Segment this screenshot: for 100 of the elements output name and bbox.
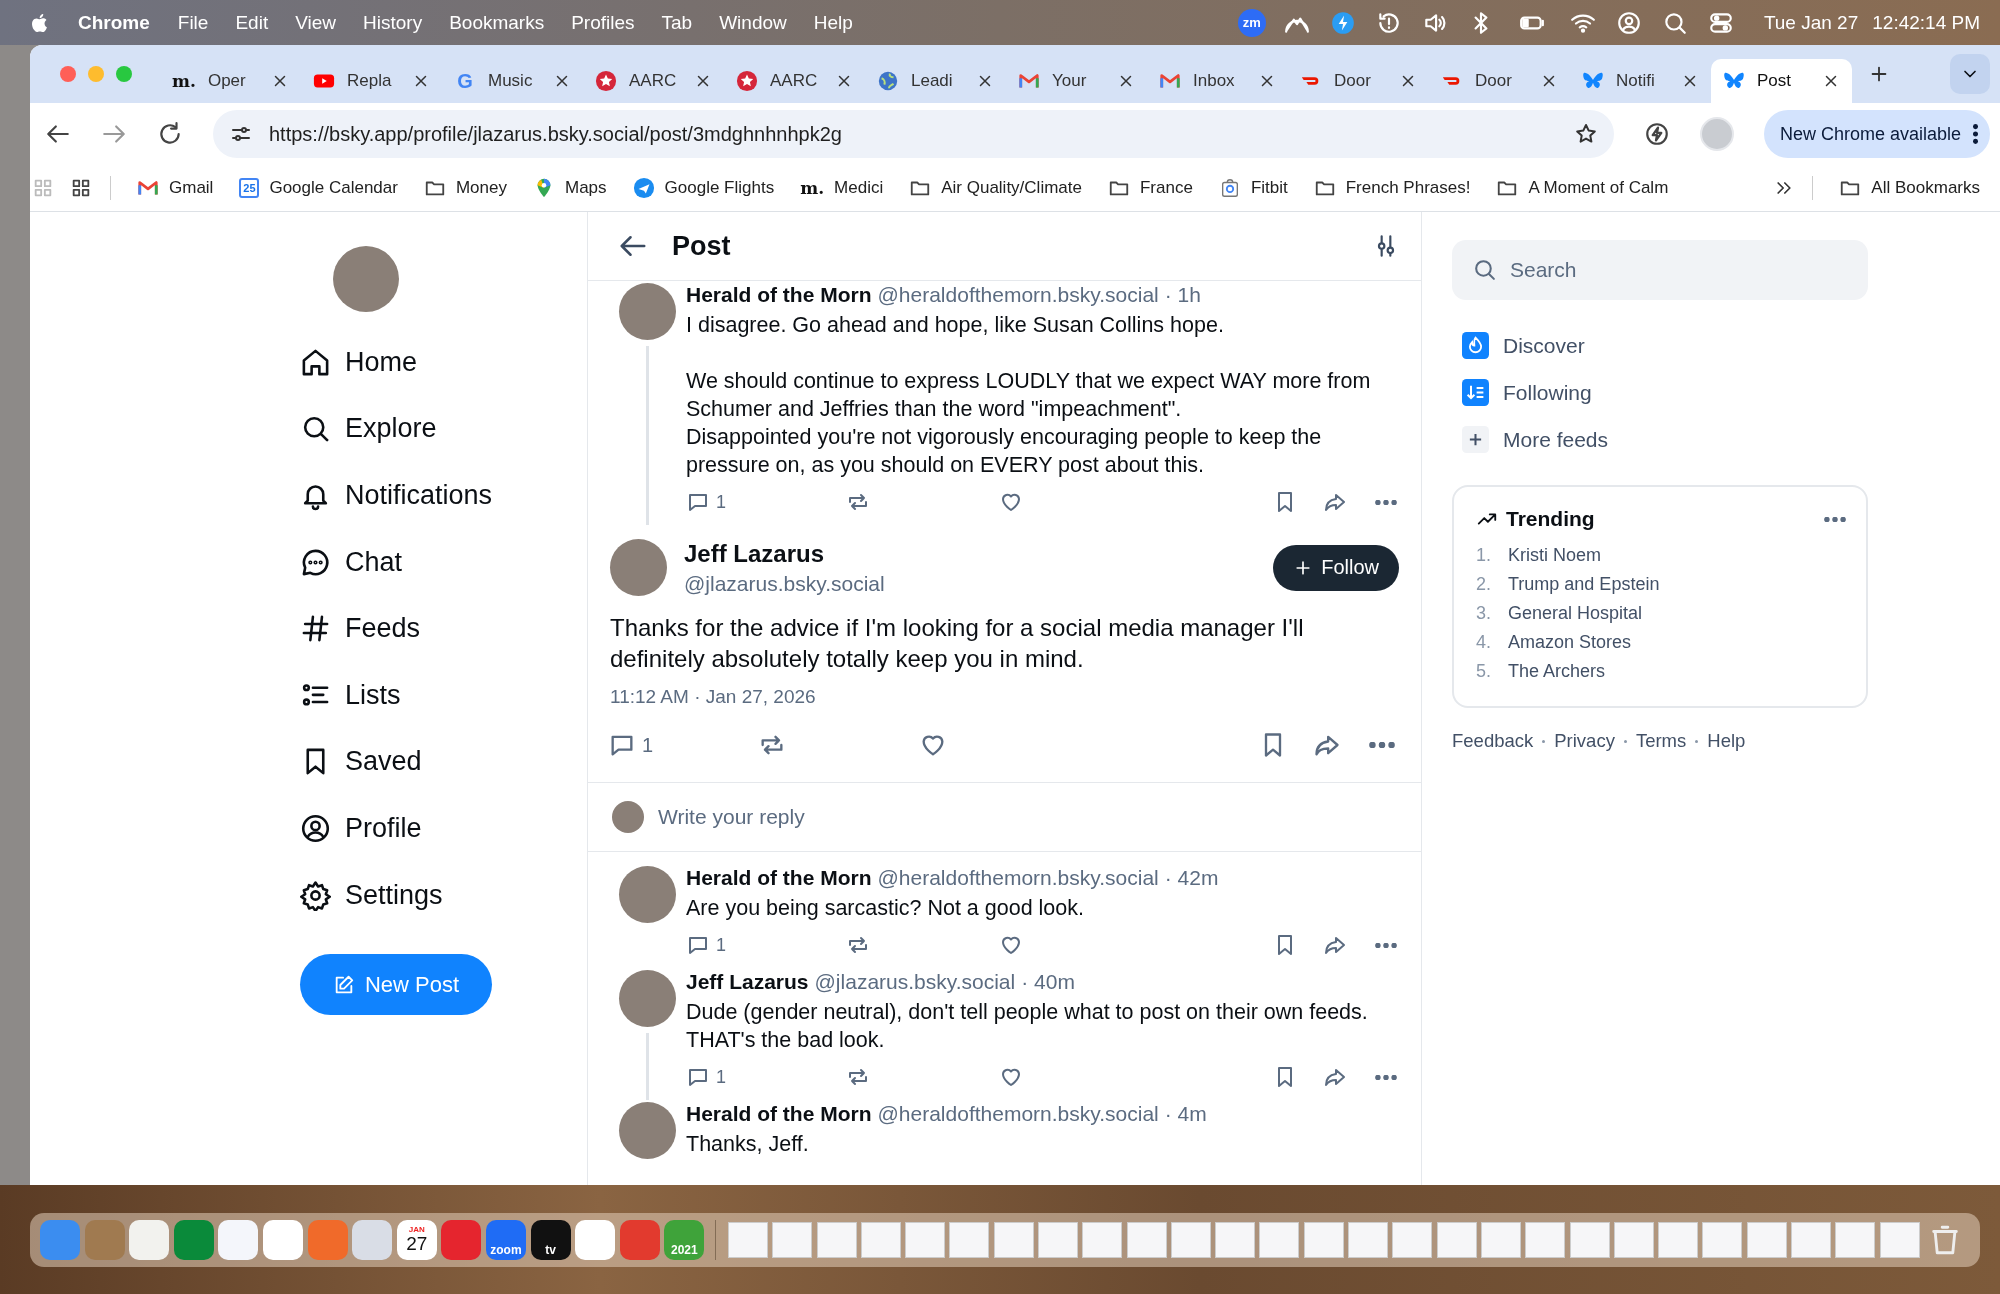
footer-link[interactable]: Privacy bbox=[1554, 730, 1615, 752]
author-name[interactable]: Herald of the Morn bbox=[686, 866, 872, 890]
document-thumbnail[interactable] bbox=[1082, 1221, 1123, 1258]
browser-tab[interactable]: m. Oper bbox=[160, 59, 301, 103]
app-icon[interactable]: zm bbox=[1237, 8, 1266, 37]
bookmark-star-icon[interactable] bbox=[1573, 122, 1598, 146]
document-thumbnail[interactable] bbox=[1791, 1221, 1832, 1258]
bookmark-item[interactable]: A Moment of Calm bbox=[1496, 177, 1669, 199]
user-icon[interactable] bbox=[1615, 9, 1642, 36]
new-post-button[interactable]: New Post bbox=[300, 954, 492, 1016]
document-thumbnail[interactable] bbox=[1126, 1221, 1167, 1258]
bolt-icon[interactable] bbox=[1643, 121, 1670, 147]
document-thumbnail[interactable] bbox=[1835, 1221, 1876, 1258]
bookmark-item[interactable]: Fitbit bbox=[1218, 177, 1288, 199]
more-icon[interactable] bbox=[1375, 942, 1397, 948]
author-handle[interactable]: @heraldofthemorn.bsky.social bbox=[877, 866, 1159, 890]
feed-link[interactable]: More feeds bbox=[1452, 416, 2000, 463]
document-thumbnail[interactable] bbox=[772, 1221, 813, 1258]
browser-tab[interactable]: Door bbox=[1429, 59, 1570, 103]
follow-button[interactable]: Follow bbox=[1273, 544, 1399, 591]
app-icon[interactable]: zoom bbox=[485, 1219, 526, 1260]
document-thumbnail[interactable] bbox=[905, 1221, 946, 1258]
feed-link[interactable]: Following bbox=[1452, 369, 2000, 416]
app-icon[interactable] bbox=[575, 1219, 616, 1260]
menu-item[interactable]: File bbox=[177, 11, 209, 34]
nav-item[interactable]: Feeds bbox=[300, 595, 587, 662]
reply-button[interactable]: 1 bbox=[686, 490, 846, 514]
menu-item[interactable]: Window bbox=[719, 11, 787, 34]
nav-item[interactable]: Chat bbox=[300, 528, 587, 596]
app-icon[interactable] bbox=[262, 1219, 303, 1260]
footer-link[interactable]: Feedback bbox=[1452, 730, 1534, 752]
post-time[interactable]: · 40m bbox=[1021, 970, 1075, 994]
document-thumbnail[interactable] bbox=[727, 1221, 768, 1258]
browser-tab[interactable]: AARC bbox=[583, 59, 724, 103]
search-field[interactable]: Search bbox=[1452, 240, 1868, 300]
trending-topic[interactable]: 3. General Hospital bbox=[1476, 599, 1846, 628]
calendar-app-icon[interactable]: JAN 27 bbox=[396, 1219, 437, 1260]
nav-item[interactable]: Profile bbox=[300, 795, 587, 862]
browser-tab[interactable]: G Music bbox=[442, 59, 583, 103]
more-icon[interactable] bbox=[1375, 1074, 1397, 1080]
update-button[interactable]: New Chrome available bbox=[1763, 110, 1990, 158]
reload-icon[interactable] bbox=[157, 121, 183, 147]
reply-button[interactable]: 1 bbox=[686, 1065, 846, 1089]
bookmark-item[interactable]: French Phrases! bbox=[1313, 177, 1471, 199]
post-time[interactable]: · 4m bbox=[1164, 1102, 1207, 1126]
author-name[interactable]: Jeff Lazarus bbox=[686, 970, 809, 994]
bookmark-item[interactable]: Maps bbox=[532, 177, 607, 199]
nav-item[interactable]: Lists bbox=[300, 661, 587, 729]
app-icon[interactable] bbox=[129, 1219, 170, 1260]
menu-item[interactable]: History bbox=[363, 11, 423, 34]
browser-tab[interactable]: Repla bbox=[301, 59, 442, 103]
app-icon[interactable]: tv bbox=[530, 1219, 571, 1260]
browser-tab[interactable]: Notifi bbox=[1570, 59, 1711, 103]
menu-item[interactable]: Help bbox=[813, 11, 853, 34]
browser-tab[interactable]: Leadi bbox=[865, 59, 1006, 103]
bolt-icon[interactable] bbox=[1329, 9, 1356, 36]
nav-item[interactable]: Saved bbox=[300, 728, 587, 796]
menu-item[interactable]: Profiles bbox=[571, 11, 635, 34]
menu-item[interactable]: Edit bbox=[235, 11, 269, 34]
menu-item[interactable]: Tab bbox=[661, 11, 693, 34]
document-thumbnail[interactable] bbox=[1480, 1221, 1521, 1258]
browser-tab[interactable]: Your bbox=[1006, 59, 1147, 103]
author-handle[interactable]: @heraldofthemorn.bsky.social bbox=[877, 1102, 1159, 1126]
document-thumbnail[interactable] bbox=[860, 1221, 901, 1258]
author-handle[interactable]: @jlazarus.bsky.social bbox=[814, 970, 1016, 994]
browser-tab[interactable]: Inbox bbox=[1147, 59, 1288, 103]
nav-item[interactable]: Explore bbox=[300, 395, 587, 463]
document-thumbnail[interactable] bbox=[1702, 1221, 1743, 1258]
author-handle[interactable]: @jlazarus.bsky.social bbox=[684, 571, 885, 596]
app-icon[interactable] bbox=[218, 1219, 259, 1260]
more-icon[interactable] bbox=[1824, 516, 1846, 522]
app-menu[interactable]: Chrome bbox=[78, 11, 150, 34]
bookmark-item[interactable]: France bbox=[1107, 177, 1193, 199]
bookmark-item[interactable]: 25 Google Calendar bbox=[239, 178, 398, 198]
bookmark-item[interactable]: Money bbox=[423, 177, 507, 199]
bookmark-item[interactable]: Air Quality/Climate bbox=[909, 177, 1082, 199]
author-handle[interactable]: @heraldofthemorn.bsky.social bbox=[877, 283, 1159, 307]
browser-tab[interactable]: AARC bbox=[724, 59, 865, 103]
post-time[interactable]: · 1h bbox=[1164, 283, 1201, 307]
document-thumbnail[interactable] bbox=[1613, 1221, 1654, 1258]
reply-button[interactable]: 1 bbox=[686, 933, 846, 957]
document-thumbnail[interactable] bbox=[1259, 1221, 1300, 1258]
avatar-photo[interactable] bbox=[618, 866, 676, 923]
nav-item[interactable]: Settings bbox=[300, 861, 587, 929]
author-name[interactable]: Herald of the Morn bbox=[686, 1102, 872, 1126]
trending-topic[interactable]: 1. Kristi Noem bbox=[1476, 541, 1846, 570]
document-thumbnail[interactable] bbox=[993, 1221, 1034, 1258]
avatar-photo[interactable] bbox=[618, 283, 676, 340]
author-name[interactable]: Herald of the Morn bbox=[686, 283, 872, 307]
post-time[interactable]: · 42m bbox=[1164, 866, 1219, 890]
footer-link[interactable]: Help bbox=[1707, 730, 1746, 752]
document-thumbnail[interactable] bbox=[1879, 1221, 1920, 1258]
bookmark-item[interactable]: Google Flights bbox=[632, 177, 775, 199]
bookmark-item[interactable]: m. Medici bbox=[800, 178, 884, 198]
more-icon[interactable] bbox=[1369, 742, 1395, 748]
browser-tab[interactable]: Post bbox=[1711, 59, 1852, 103]
document-thumbnail[interactable] bbox=[1569, 1221, 1610, 1258]
feed-link[interactable]: Discover bbox=[1452, 322, 2000, 369]
address-bar[interactable]: https://bsky.app/profile/jlazarus.bsky.social/post/3mdghnhnhpk2g bbox=[213, 110, 1614, 158]
bookmark-item[interactable]: Gmail bbox=[137, 177, 214, 199]
